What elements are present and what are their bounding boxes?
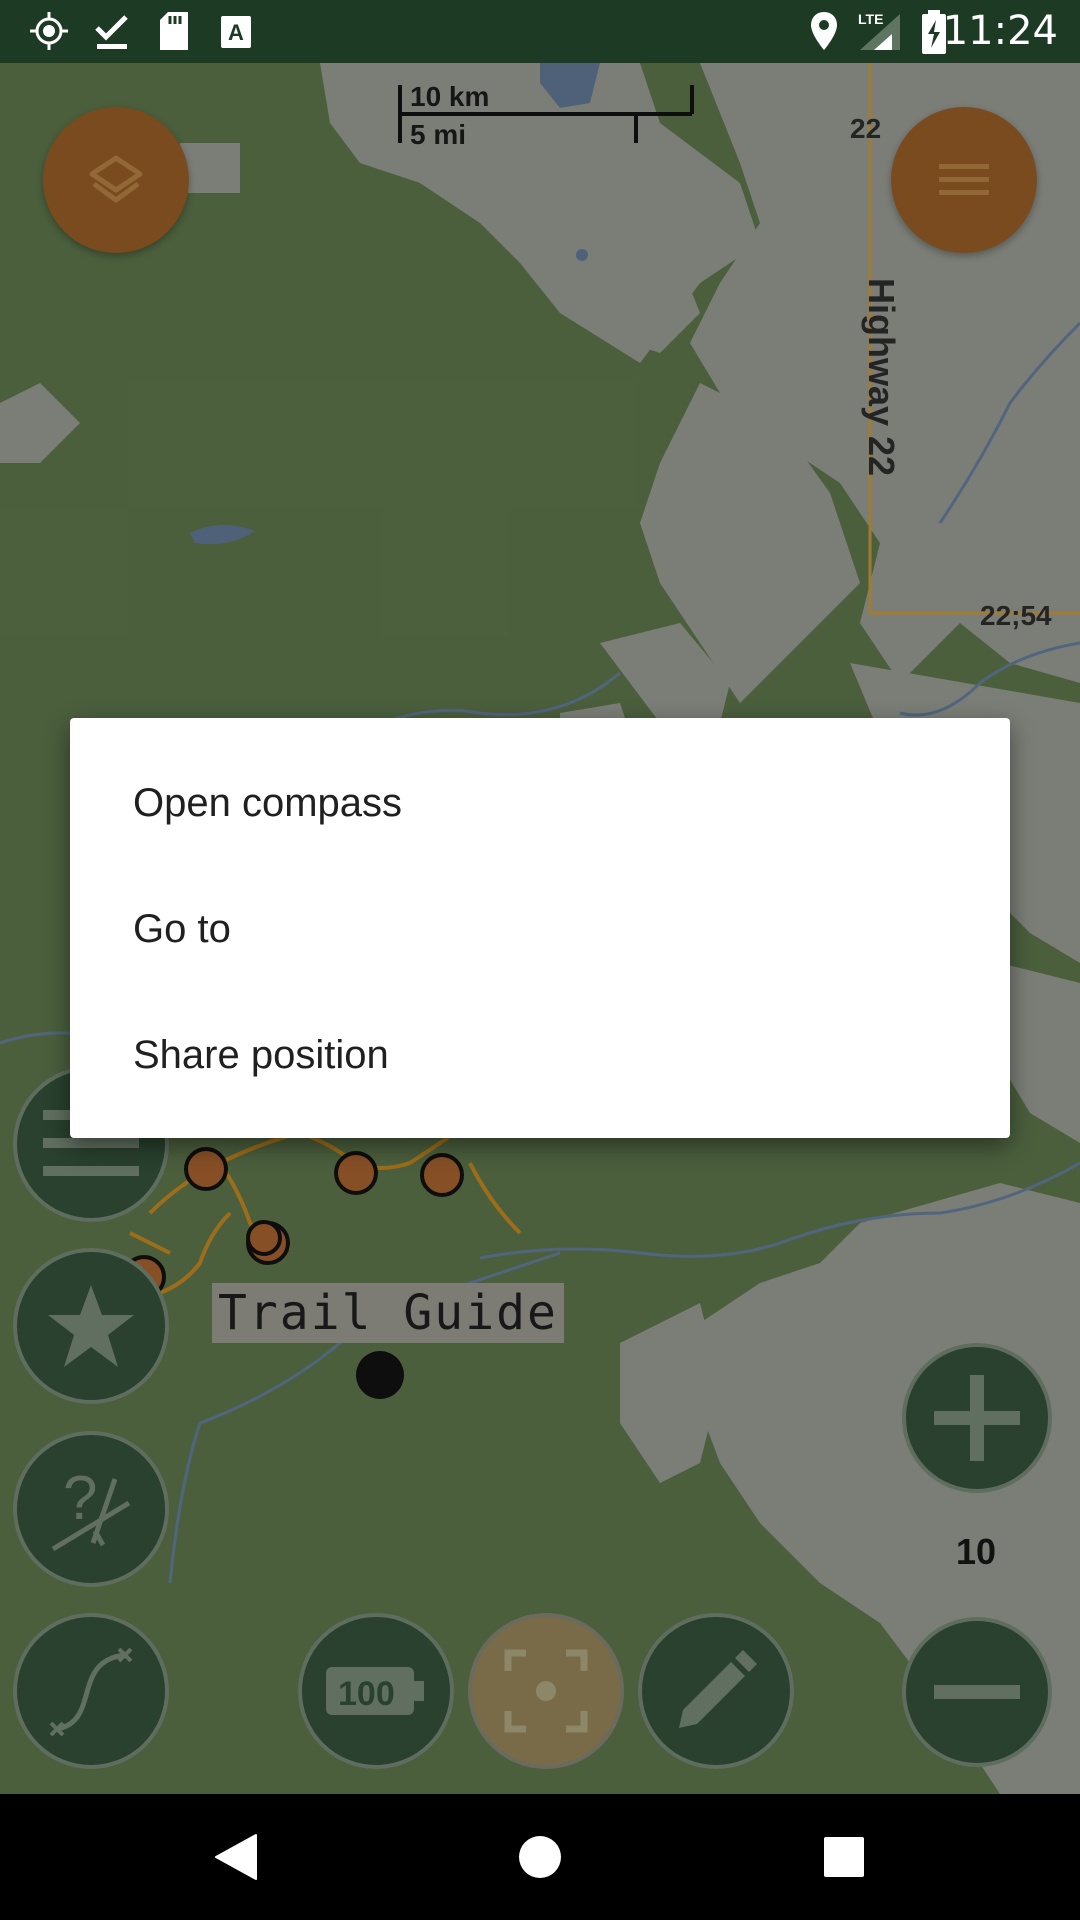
gps-icon	[30, 12, 68, 50]
back-button[interactable]	[203, 1824, 269, 1890]
svg-text:LTE: LTE	[858, 11, 883, 27]
status-time: 11:24	[942, 8, 1058, 54]
status-bar: A LTE 11:24	[0, 0, 1080, 63]
go-to-item[interactable]: Go to	[70, 866, 1010, 992]
context-menu-dialog: Open compass Go to Share position	[70, 718, 1010, 1138]
sd-card-icon	[160, 12, 188, 50]
back-triangle-icon	[215, 1834, 257, 1880]
location-pin-icon	[811, 12, 837, 50]
lte-signal-icon: LTE	[858, 11, 900, 50]
home-circle-icon	[519, 1836, 561, 1878]
download-done-icon	[95, 15, 128, 49]
recents-square-icon	[824, 1837, 864, 1877]
navigation-bar	[0, 1794, 1080, 1920]
recents-button[interactable]	[811, 1824, 877, 1890]
open-compass-item[interactable]: Open compass	[70, 740, 1010, 866]
svg-text:A: A	[228, 20, 244, 45]
home-button[interactable]	[507, 1824, 573, 1890]
keyboard-a-icon: A	[221, 16, 251, 48]
share-position-item[interactable]: Share position	[70, 992, 1010, 1118]
